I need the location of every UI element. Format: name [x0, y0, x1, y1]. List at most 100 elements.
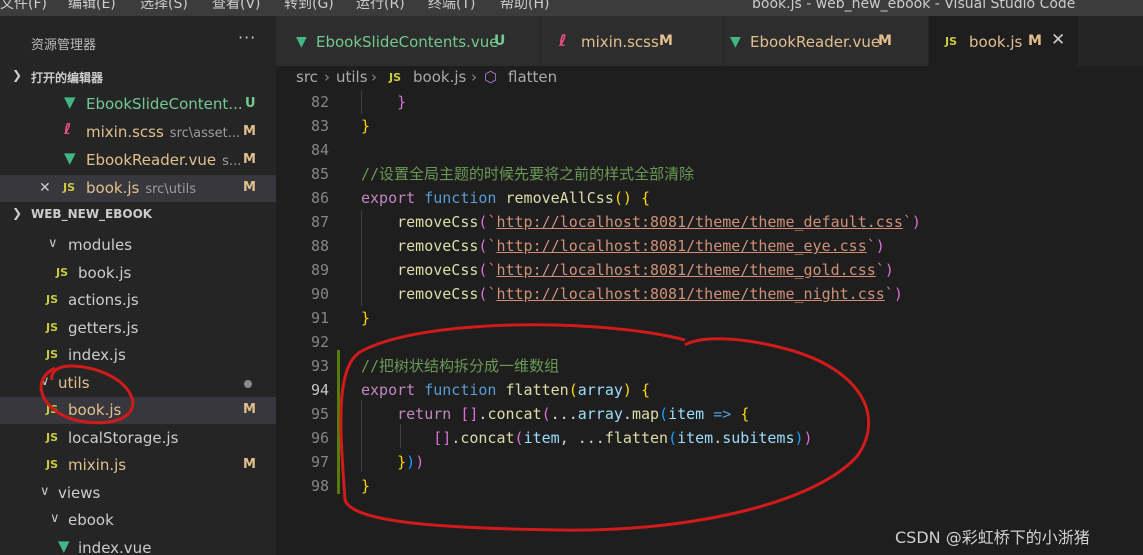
- code-editor[interactable]: 82 } 83} 84 85//设置全局主题的时候先要将之前的样式全部清除 86…: [276, 90, 1143, 555]
- tab-badge: M: [878, 33, 892, 49]
- code-line: 87 removeCss(`http://localhost:8081/them…: [310, 213, 921, 231]
- code-line: 95 return [].concat(...array.map(item =>…: [310, 405, 750, 423]
- status-badge: U: [245, 96, 256, 111]
- editor-tab-bar: ▼ EbookSlideContents.vue U ℓ mixin.scss …: [276, 16, 1143, 66]
- breadcrumb-utils[interactable]: utils: [336, 68, 368, 86]
- menu-view[interactable]: 查看(V): [212, 0, 261, 14]
- tree-file[interactable]: JS index.js: [0, 342, 276, 369]
- vue-file-icon: ▼: [296, 34, 307, 50]
- project-label: WEB_NEW_EBOOK: [31, 207, 153, 221]
- code-line: 98}: [310, 477, 371, 495]
- status-badge: M: [243, 457, 256, 472]
- explorer-sidebar: 资源管理器 ··· ❯ 打开的编辑器 ▼ EbookSlideContent..…: [0, 16, 276, 555]
- code-line: 88 removeCss(`http://localhost:8081/them…: [310, 237, 885, 255]
- tree-file-selected[interactable]: JS book.js M: [0, 397, 276, 424]
- close-icon[interactable]: ✕: [1051, 30, 1065, 50]
- js-file-icon: JS: [945, 35, 958, 48]
- open-editors-label: 打开的编辑器: [31, 71, 104, 85]
- chevron-down-icon: ❯: [12, 206, 23, 220]
- chevron-down-icon: ∨: [50, 511, 60, 526]
- open-editor-item[interactable]: ▼ EbookReader.vue s... M: [0, 147, 276, 174]
- tab-label: EbookSlideContents.vue: [316, 33, 499, 51]
- menu-goto[interactable]: 转到(G): [284, 0, 334, 14]
- close-icon[interactable]: ✕: [39, 180, 51, 196]
- file-name: localStorage.js: [68, 429, 179, 447]
- tree-file[interactable]: JS localStorage.js: [0, 425, 276, 452]
- code-line: 92: [310, 333, 329, 351]
- code-line: 90 removeCss(`http://localhost:8081/them…: [310, 285, 903, 303]
- code-line: 96 [].concat(item, ...flatten(item.subit…: [310, 429, 813, 447]
- scss-file-icon: ℓ: [64, 120, 72, 138]
- code-line: 82 }: [310, 93, 407, 111]
- chevron-down-icon: ∨: [40, 484, 50, 499]
- tab-ebook-reader[interactable]: ▼ EbookReader.vue M: [724, 16, 929, 66]
- tree-file[interactable]: ▼ index.vue: [0, 535, 276, 555]
- tree-folder[interactable]: ∨ ebook: [0, 507, 276, 534]
- tab-label: mixin.scss: [581, 33, 659, 51]
- open-editor-name: mixin.scss src\asset...: [86, 123, 241, 141]
- js-file-icon: JS: [46, 431, 59, 444]
- tab-badge: M: [1028, 33, 1042, 49]
- open-editor-item[interactable]: ℓ mixin.scss src\asset... M: [0, 119, 276, 146]
- js-file-icon: JS: [56, 266, 69, 279]
- code-line: 83}: [310, 117, 371, 135]
- more-actions-icon[interactable]: ···: [238, 28, 256, 47]
- status-badge: M: [243, 180, 256, 195]
- tree-file[interactable]: JS actions.js: [0, 287, 276, 314]
- cube-symbol-icon: ⬡: [484, 68, 498, 86]
- tree-folder[interactable]: ∨ modules: [0, 232, 276, 259]
- breadcrumb-symbol[interactable]: flatten: [508, 68, 557, 86]
- chevron-right-icon: ›: [371, 68, 377, 86]
- chevron-down-icon: ∨: [40, 374, 50, 389]
- open-editor-item[interactable]: ▼ EbookSlideContent... U: [0, 91, 276, 118]
- tab-mixin-scss[interactable]: ℓ mixin.scss M: [541, 16, 724, 66]
- tree-folder[interactable]: ∨ views: [0, 480, 276, 507]
- open-editor-item-active[interactable]: ✕ JS book.js src\utils M: [0, 175, 276, 202]
- js-file-icon: JS: [46, 321, 59, 334]
- tree-file[interactable]: JS book.js: [0, 260, 276, 287]
- folder-name: utils: [58, 374, 90, 392]
- menu-run[interactable]: 运行(R): [356, 0, 405, 14]
- tab-badge: U: [494, 33, 506, 49]
- folder-name: ebook: [68, 511, 114, 529]
- menu-edit[interactable]: 编辑(E): [68, 0, 116, 14]
- explorer-header: 资源管理器 ···: [0, 16, 276, 68]
- folder-name: modules: [68, 236, 133, 254]
- file-name: mixin.js: [68, 456, 127, 474]
- file-name: getters.js: [68, 319, 139, 337]
- breadcrumb: src › utils › JS book.js › ⬡ flatten: [276, 66, 1143, 90]
- window-title: book.js - web_new_ebook - Visual Studio …: [752, 0, 1076, 12]
- open-editors-section[interactable]: ❯ 打开的编辑器: [0, 66, 276, 88]
- vue-file-icon: ▼: [730, 34, 741, 50]
- breadcrumb-file[interactable]: book.js: [413, 68, 466, 86]
- tab-ebook-slide-contents[interactable]: ▼ EbookSlideContents.vue U: [276, 16, 541, 66]
- code-line: 89 removeCss(`http://localhost:8081/them…: [310, 261, 894, 279]
- menu-file[interactable]: 文件(F): [0, 0, 47, 14]
- menu-help[interactable]: 帮助(H): [500, 0, 549, 14]
- code-line: 84: [310, 141, 329, 159]
- tab-badge: M: [659, 33, 673, 49]
- file-name: index.vue: [78, 539, 152, 555]
- breadcrumb-src[interactable]: src: [296, 68, 318, 86]
- js-file-icon: JS: [46, 348, 59, 361]
- tree-file[interactable]: JS getters.js: [0, 315, 276, 342]
- menu-select[interactable]: 选择(S): [140, 0, 188, 14]
- project-section[interactable]: ❯ WEB_NEW_EBOOK: [0, 204, 276, 226]
- chevron-down-icon: ❯: [12, 68, 23, 82]
- open-editor-name: EbookSlideContent...: [86, 95, 243, 113]
- code-line: 91}: [310, 309, 371, 327]
- tree-file[interactable]: JS mixin.js M: [0, 452, 276, 479]
- file-name: actions.js: [68, 291, 139, 309]
- status-badge: M: [243, 402, 256, 417]
- js-file-icon: JS: [46, 293, 59, 306]
- tab-label: EbookReader.vue: [750, 33, 881, 51]
- watermark: CSDN @彩虹桥下的小浙猪: [895, 528, 1090, 547]
- js-file-icon: JS: [46, 458, 59, 471]
- code-line: 97 })): [310, 453, 425, 471]
- tab-book-js[interactable]: JS book.js M ✕: [929, 16, 1079, 66]
- menu-terminal[interactable]: 终端(T): [428, 0, 475, 14]
- tree-folder[interactable]: ∨ utils: [0, 370, 276, 397]
- code-line: 93//把树状结构拆分成一维数组: [310, 357, 560, 375]
- modified-dot-icon: [244, 380, 252, 388]
- chevron-right-icon: ›: [324, 68, 330, 86]
